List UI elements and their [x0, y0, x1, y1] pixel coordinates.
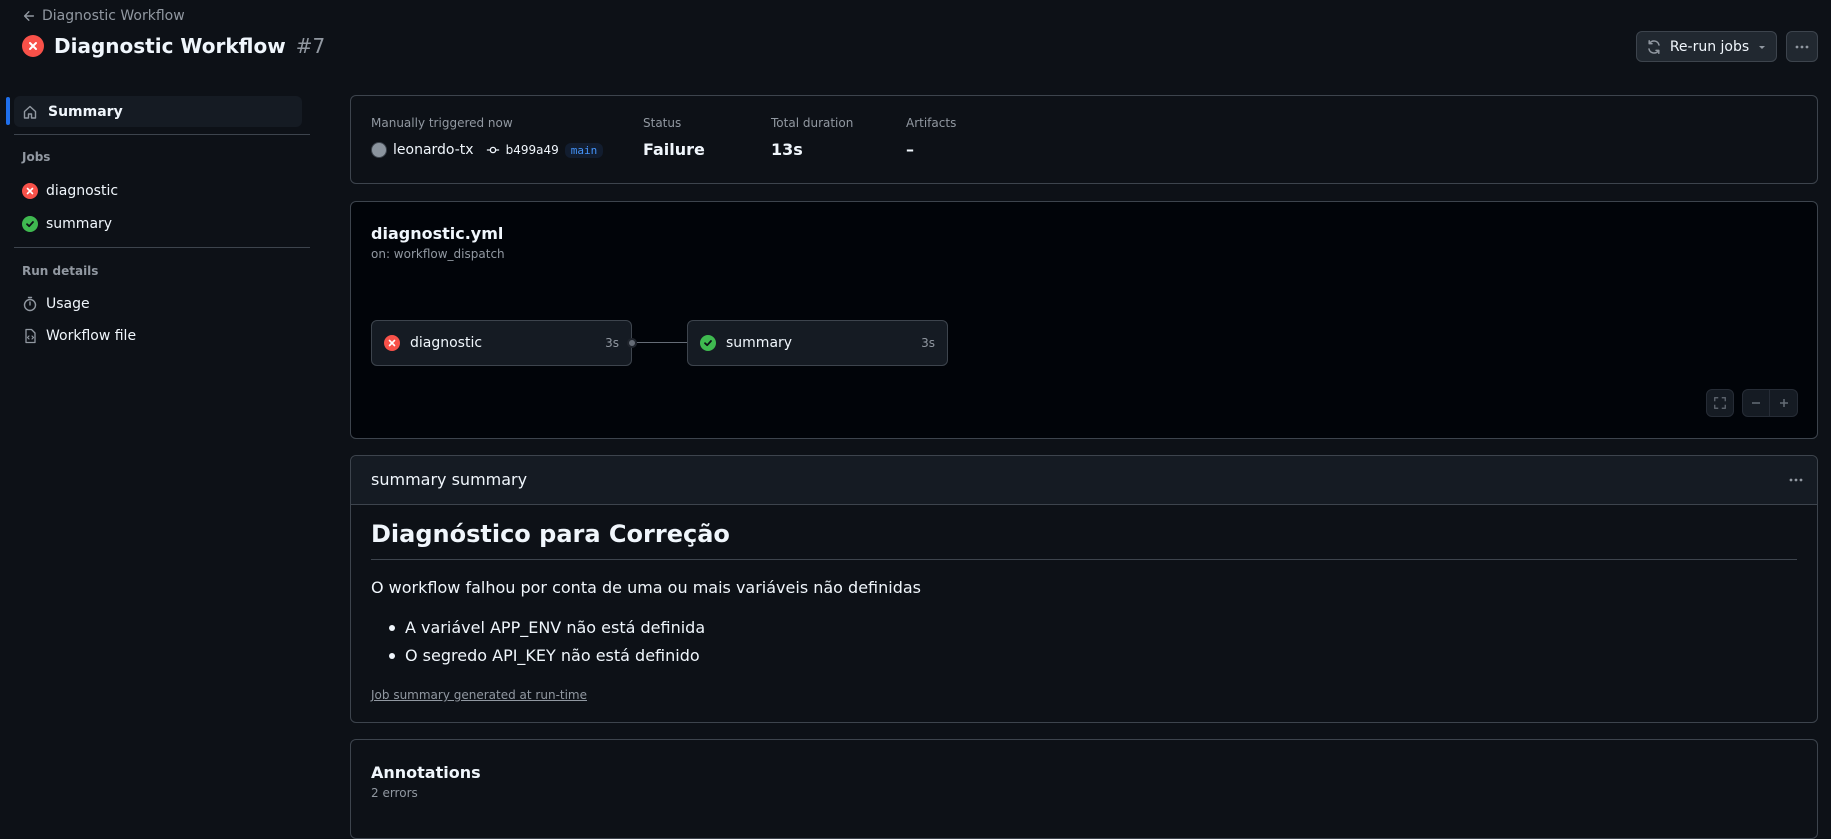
minus-icon — [1752, 402, 1760, 404]
list-item: A variável APP_ENV não está definida — [389, 618, 705, 637]
sidebar-heading-run-details: Run details — [22, 264, 99, 278]
bullet-icon — [389, 652, 395, 659]
graph-port — [627, 338, 637, 348]
plus-icon — [1779, 399, 1788, 407]
sidebar-divider — [14, 247, 310, 248]
annotations-title: Annotations — [371, 763, 481, 782]
status-value: Failure — [643, 140, 705, 159]
x-circle-icon — [384, 335, 400, 351]
sidebar-item-job-diagnostic[interactable]: diagnostic — [22, 181, 118, 201]
sidebar-item-label: summary — [46, 216, 113, 232]
git-commit-icon — [486, 146, 499, 154]
heading-rule — [371, 559, 1797, 560]
branch-tag[interactable]: main — [564, 142, 604, 158]
job-summary-footnote-link[interactable]: Job summary generated at run-time — [371, 688, 587, 702]
page-title-row: Diagnostic Workflow #7 — [22, 34, 325, 58]
sidebar-item-job-summary[interactable]: summary — [22, 214, 112, 234]
graph-job-label: diagnostic — [410, 335, 483, 351]
workflow-graph-card: diagnostic.yml on: workflow_dispatch dia… — [350, 201, 1818, 439]
job-summary-card: summary summary Diagnóstico para Correçã… — [350, 455, 1818, 723]
annotations-card: Annotations 2 errors — [350, 739, 1818, 839]
bullet-icon — [389, 624, 395, 631]
graph-job-summary[interactable]: summary 3s — [687, 320, 948, 366]
summary-paragraph: O workflow falhou por conta de uma ou ma… — [371, 578, 922, 597]
artifacts-value: – — [906, 140, 914, 159]
triangle-down-icon — [1759, 45, 1766, 49]
sidebar-item-label: Usage — [46, 296, 90, 312]
page-title: Diagnostic Workflow — [54, 34, 286, 58]
sidebar-divider — [14, 134, 310, 135]
sidebar-heading-jobs: Jobs — [22, 150, 51, 164]
annotations-count: 2 errors — [371, 786, 418, 800]
zoom-in-button[interactable] — [1770, 389, 1798, 417]
run-summary-card: Manually triggered now leonardo-tx b499a… — [350, 95, 1818, 184]
fullscreen-button[interactable] — [1706, 389, 1734, 417]
status-label: Status — [643, 116, 682, 130]
home-icon — [23, 105, 37, 119]
graph-job-duration: 3s — [921, 336, 935, 350]
kebab-horizontal-icon — [1789, 478, 1803, 482]
list-item-text: A variável APP_ENV não está definida — [405, 618, 706, 637]
back-link[interactable]: Diagnostic Workflow — [22, 8, 185, 24]
graph-job-diagnostic[interactable]: diagnostic 3s — [371, 320, 632, 366]
back-link-label: Diagnostic Workflow — [42, 8, 185, 24]
zoom-controls — [1742, 389, 1798, 417]
avatar — [371, 142, 387, 158]
list-item: O segredo API_KEY não está definido — [389, 646, 700, 665]
artifacts-label: Artifacts — [906, 116, 957, 130]
trigger-label: Manually triggered now — [371, 116, 513, 130]
summary-heading: Diagnóstico para Correção — [371, 520, 730, 548]
screen-full-icon — [1714, 397, 1726, 409]
commit-link[interactable]: b499a49 — [506, 143, 559, 157]
check-circle-icon — [700, 335, 716, 351]
duration-label: Total duration — [771, 116, 854, 130]
sidebar-item-usage[interactable]: Usage — [22, 294, 90, 314]
run-number: #7 — [295, 34, 326, 58]
kebab-horizontal-icon — [1795, 45, 1809, 48]
duration-value: 13s — [771, 140, 803, 159]
rerun-jobs-label: Re-run jobs — [1669, 38, 1750, 55]
arrow-left-icon — [23, 11, 35, 21]
file-code-icon — [25, 328, 36, 344]
graph-job-duration: 3s — [605, 336, 619, 350]
workflow-trigger: on: workflow_dispatch — [371, 247, 505, 261]
actor-link[interactable]: leonardo-tx — [393, 142, 474, 158]
more-options-button[interactable] — [1786, 31, 1818, 62]
check-circle-icon — [22, 216, 38, 232]
sidebar-item-label: diagnostic — [46, 183, 119, 199]
x-circle-icon — [22, 35, 44, 57]
x-circle-icon — [22, 183, 38, 199]
list-item-text: O segredo API_KEY não está definido — [405, 646, 700, 665]
trigger-details: leonardo-tx b499a49 main — [371, 142, 604, 158]
sidebar-active-indicator — [6, 97, 10, 125]
sidebar-item-label: Workflow file — [46, 328, 137, 344]
job-summary-header: summary summary — [351, 456, 1817, 505]
sidebar-item-workflow-file[interactable]: Workflow file — [22, 326, 136, 346]
sync-icon — [1648, 39, 1660, 54]
rerun-jobs-button[interactable]: Re-run jobs — [1636, 31, 1777, 62]
stopwatch-icon — [23, 296, 37, 312]
workflow-file-name: diagnostic.yml — [371, 224, 504, 243]
sidebar-item-label: Summary — [48, 103, 123, 120]
graph-connector — [637, 342, 691, 343]
zoom-out-button[interactable] — [1742, 389, 1770, 417]
graph-job-label: summary — [726, 335, 793, 351]
job-summary-menu-button[interactable] — [1784, 468, 1808, 492]
sidebar-item-summary[interactable]: Summary — [14, 96, 302, 127]
job-summary-title: summary summary — [371, 470, 528, 489]
